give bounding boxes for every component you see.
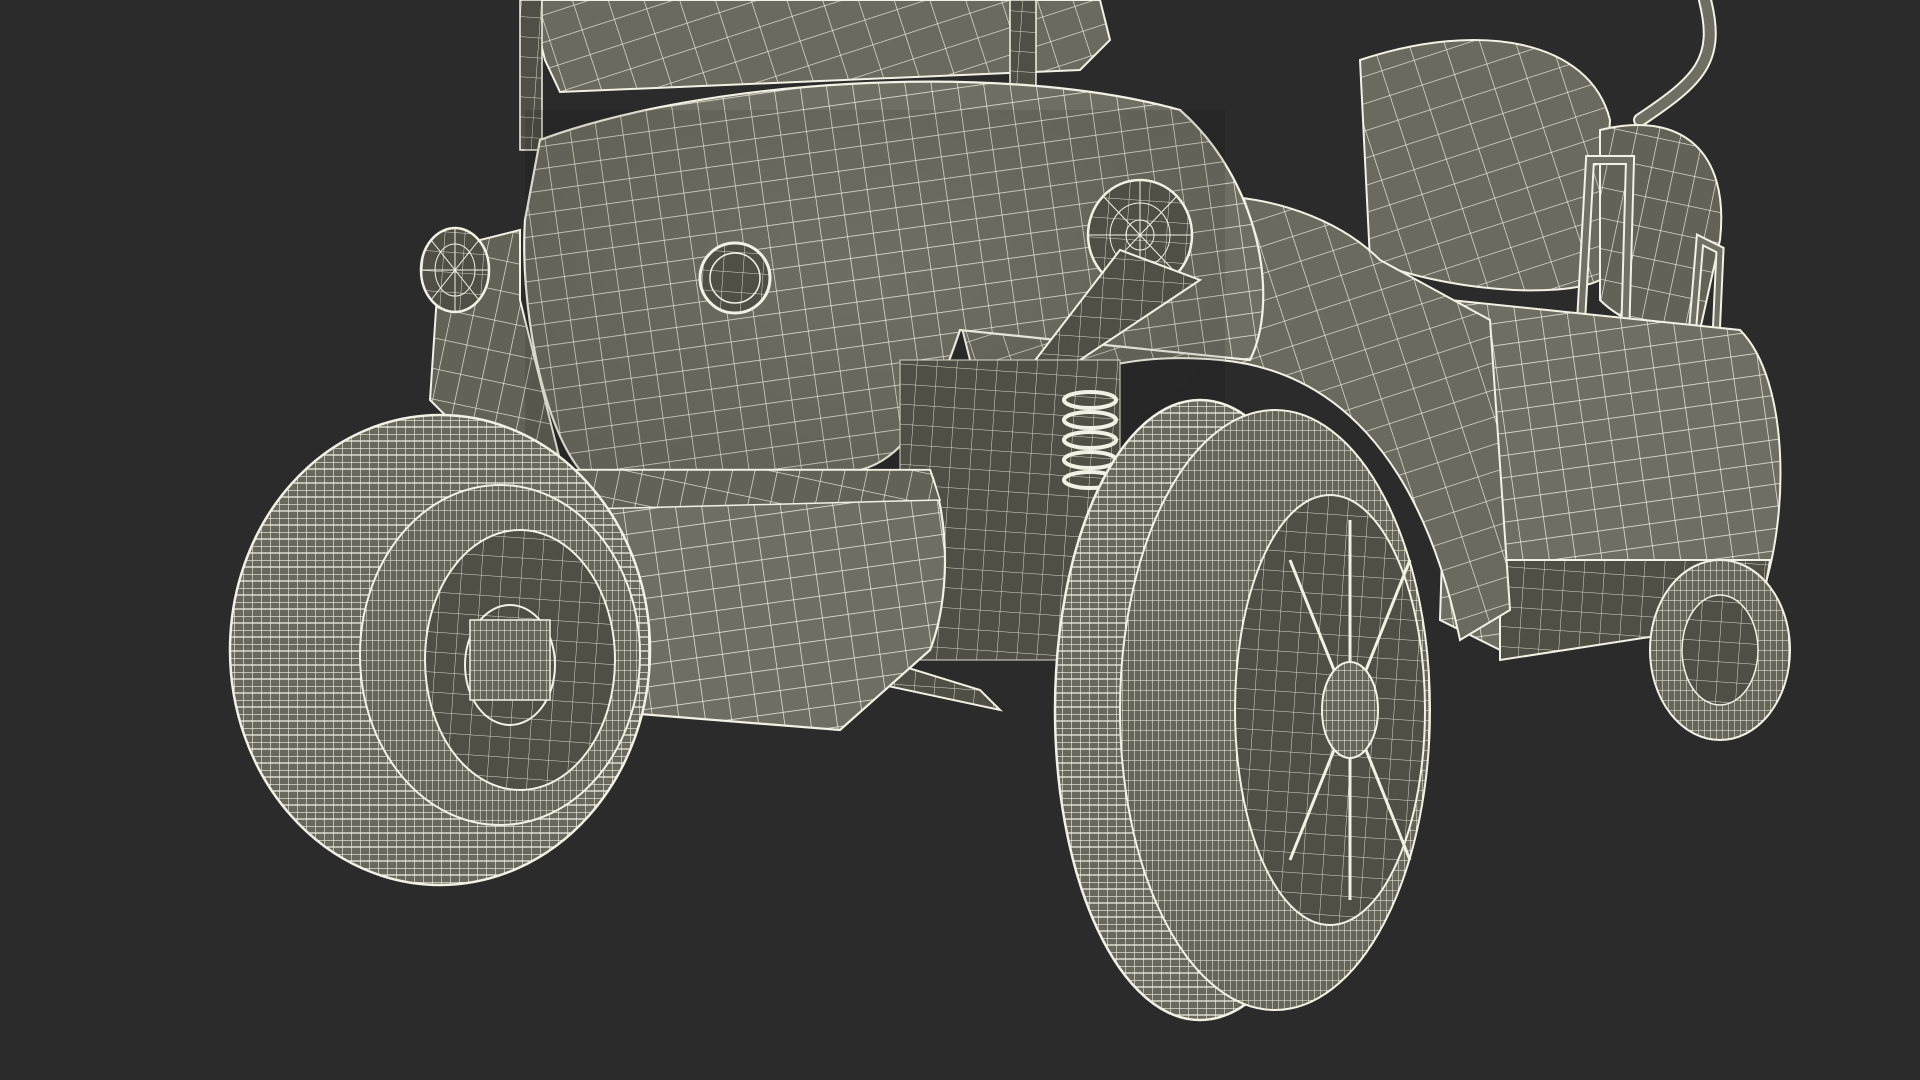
- front-left-wheel: [228, 413, 652, 887]
- left-headlight: [419, 226, 491, 314]
- rear-right-wheel: [1649, 559, 1791, 741]
- render-viewport: [0, 0, 1920, 1080]
- front-right-wheel: [1053, 398, 1431, 1022]
- wireframe-render: [228, 0, 1791, 1022]
- emblem: [698, 241, 772, 315]
